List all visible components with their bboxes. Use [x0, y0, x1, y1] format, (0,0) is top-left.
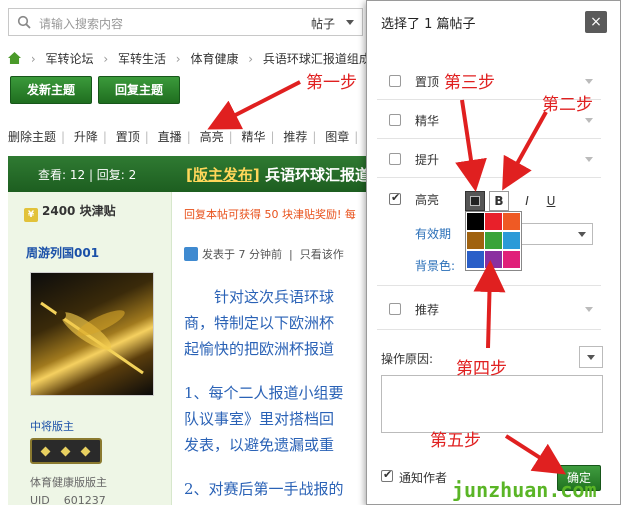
arrow-step4	[473, 260, 506, 349]
arrow-step3	[455, 99, 487, 192]
annotation-step3: 第三步	[444, 73, 495, 93]
annotation-step4: 第四步	[456, 359, 507, 379]
arrow-step1	[207, 80, 301, 130]
annotation-step2: 第二步	[542, 95, 593, 115]
annotation-step1: 第一步	[306, 73, 357, 93]
watermark: junzhuan.com	[452, 478, 597, 502]
annotation-step5: 第五步	[430, 431, 481, 451]
arrow-step2	[502, 111, 548, 191]
arrow-step5	[504, 434, 567, 475]
